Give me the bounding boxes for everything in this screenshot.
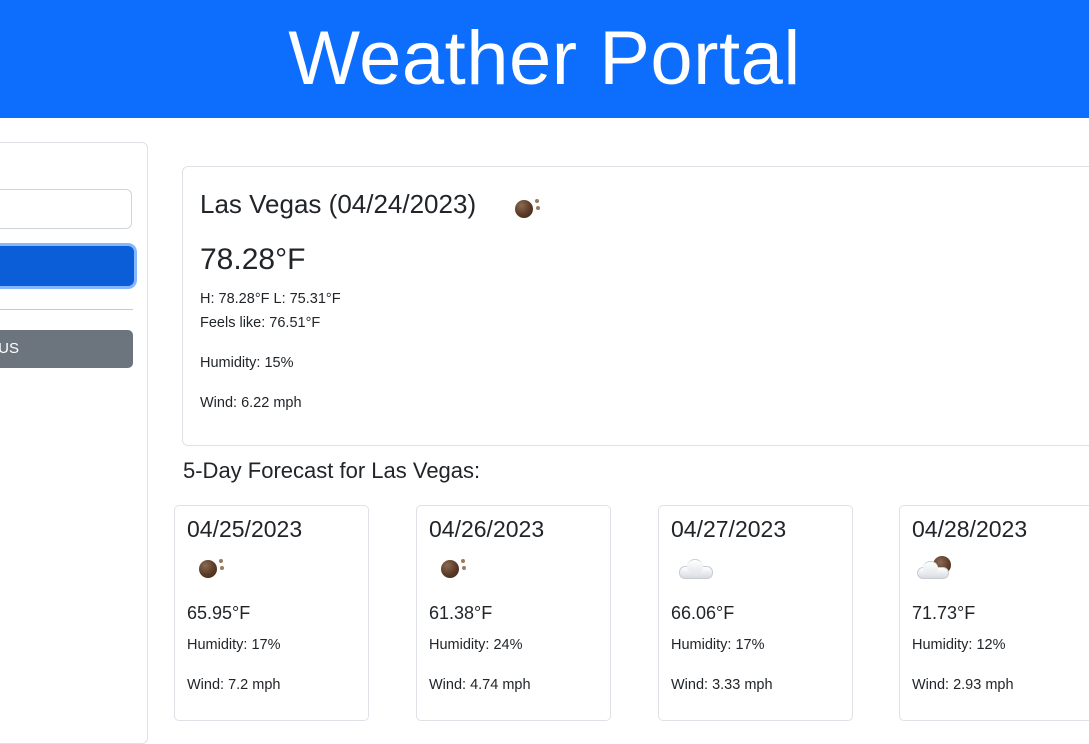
forecast-heading: 5-Day Forecast for Las Vegas: <box>183 458 481 483</box>
forecast-date: 04/27/2023 <box>671 516 787 542</box>
current-temperature: 78.28°F <box>200 243 306 276</box>
sidebar <box>0 142 148 744</box>
forecast-humidity: Humidity: 17% <box>671 637 765 653</box>
forecast-date: 04/26/2023 <box>429 516 545 542</box>
current-wind: Wind: 6.22 mph <box>200 395 302 411</box>
forecast-temperature: 71.73°F <box>912 603 976 623</box>
rain-icon <box>435 554 469 580</box>
rain-icon <box>509 194 543 220</box>
forecast-card: 04/26/2023 61.38°F Humidity: 24% Wind: 4… <box>416 505 611 721</box>
rain-icon <box>193 554 227 580</box>
forecast-date: 04/25/2023 <box>187 516 303 542</box>
header-banner: Weather Portal <box>0 0 1089 118</box>
forecast-card: 04/27/2023 66.06°F Humidity: 17% Wind: 3… <box>658 505 853 721</box>
city-search-input[interactable] <box>0 189 132 229</box>
forecast-card: 04/25/2023 65.95°F Humidity: 17% Wind: 7… <box>174 505 369 721</box>
forecast-temperature: 65.95°F <box>187 603 251 623</box>
forecast-wind: Wind: 2.93 mph <box>912 677 1014 693</box>
current-weather-card: Las Vegas (04/24/2023) 78.28°F H: 78.28°… <box>182 166 1089 446</box>
forecast-wind: Wind: 4.74 mph <box>429 677 531 693</box>
current-city-title: Las Vegas (04/24/2023) <box>200 189 477 219</box>
history-button-us[interactable]: US <box>0 330 133 368</box>
forecast-date: 04/28/2023 <box>912 516 1028 542</box>
forecast-humidity: Humidity: 17% <box>187 637 281 653</box>
sidebar-divider <box>0 309 133 310</box>
forecast-humidity: Humidity: 24% <box>429 637 523 653</box>
history-button-label: US <box>0 340 19 357</box>
forecast-temperature: 61.38°F <box>429 603 493 623</box>
current-hilo: H: 78.28°F L: 75.31°F <box>200 291 341 307</box>
forecast-wind: Wind: 3.33 mph <box>671 677 773 693</box>
forecast-humidity: Humidity: 12% <box>912 637 1006 653</box>
partly-cloudy-icon <box>914 554 954 580</box>
page-title: Weather Portal <box>288 16 801 101</box>
current-humidity: Humidity: 15% <box>200 355 294 371</box>
search-button[interactable] <box>0 246 134 286</box>
current-feels-like: Feels like: 76.51°F <box>200 315 321 331</box>
forecast-card: 04/28/2023 71.73°F Humidity: 12% Wind: 2… <box>899 505 1089 721</box>
cloud-icon <box>675 554 715 580</box>
forecast-temperature: 66.06°F <box>671 603 735 623</box>
forecast-wind: Wind: 7.2 mph <box>187 677 281 693</box>
